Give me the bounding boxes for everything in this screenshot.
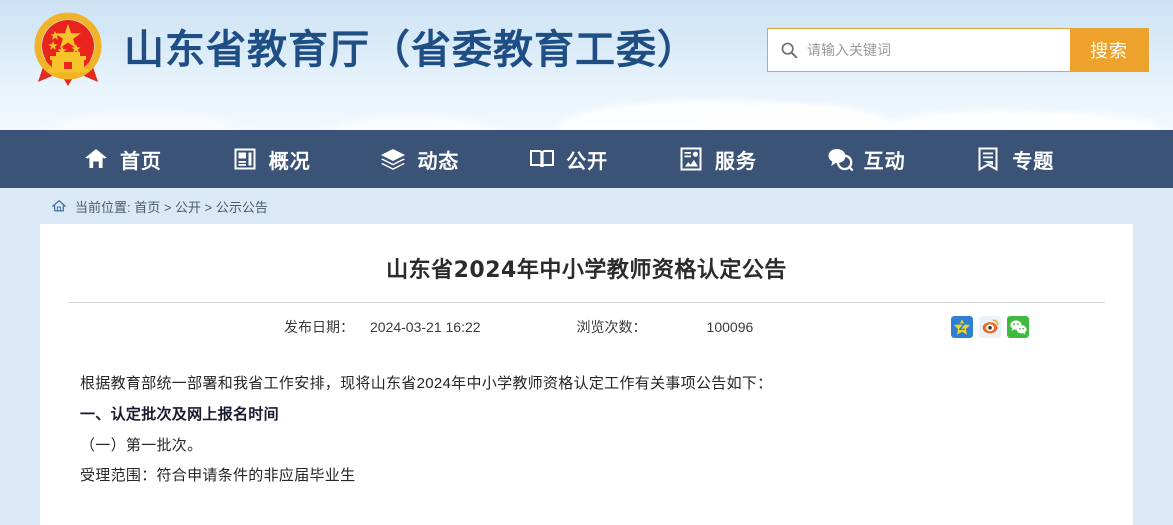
site-header: 山东省教育厅（省委教育工委） 搜索 [0, 0, 1173, 130]
search-button[interactable]: 搜索 [1070, 29, 1148, 71]
nav-item-service[interactable]: 服务 [677, 145, 826, 174]
publish-date-label: 发布日期： [284, 319, 354, 335]
nav-label: 公开 [566, 148, 609, 173]
nav-item-interaction[interactable]: 互动 [826, 145, 975, 174]
cloud-decoration [40, 112, 250, 130]
newspaper-icon [234, 148, 256, 170]
search-field[interactable] [768, 29, 1070, 71]
chat-bubbles-icon [828, 149, 853, 171]
publish-date: 发布日期： 2024-03-21 16:22 [284, 317, 481, 337]
nav-item-news[interactable]: 动态 [379, 145, 528, 174]
cloud-decoration [330, 116, 500, 130]
svg-text:Z: Z [959, 323, 966, 333]
nav-label: 专题 [1012, 148, 1055, 173]
page-title: 山东省2024年中小学教师资格认定公告 [386, 258, 787, 283]
nav-label: 首页 [120, 148, 162, 173]
nav-label: 动态 [417, 148, 460, 173]
home-icon [85, 149, 107, 168]
nav-item-overview[interactable]: 概况 [231, 145, 380, 174]
header-content: 山东省教育厅（省委教育工委） 搜索 [0, 0, 1173, 100]
bookmark-document-icon [978, 147, 998, 172]
layers-icon [381, 149, 406, 170]
view-count-label: 浏览次数： [576, 319, 647, 335]
content-area: 山东省2024年中小学教师资格认定公告 发布日期： 2024-03-21 16:… [0, 224, 1173, 525]
view-count: 浏览次数： 100096 [577, 317, 754, 337]
view-count-value: 100096 [706, 319, 754, 335]
search-input[interactable] [807, 42, 1060, 58]
home-outline-icon [52, 199, 66, 212]
paragraph: （一）第一批次。 [80, 436, 203, 454]
qzone-share-icon[interactable]: Z [951, 316, 973, 338]
article-body: 根据教育部统一部署和我省工作安排，现将山东省2024年中小学教师资格认定工作有关… [68, 351, 1105, 492]
article-panel: 山东省2024年中小学教师资格认定公告 发布日期： 2024-03-21 16:… [40, 224, 1133, 525]
publish-date-value: 2024-03-21 16:22 [370, 319, 481, 335]
nav-label: 服务 [714, 148, 757, 173]
nav-item-topics[interactable]: 专题 [974, 145, 1123, 174]
open-book-icon [530, 150, 555, 168]
search-box[interactable]: 搜索 [767, 28, 1149, 72]
main-navigation: 首页 概况 动态 公开 服务 互动 专题 [0, 130, 1173, 188]
weibo-share-icon[interactable] [979, 316, 1001, 338]
site-title: 山东省教育厅（省委教育工委） [124, 27, 698, 73]
service-document-icon [680, 147, 702, 171]
search-icon [781, 42, 798, 59]
nav-item-open[interactable]: 公开 [528, 145, 677, 174]
nav-item-home[interactable]: 首页 [82, 145, 231, 174]
wechat-share-icon[interactable] [1007, 316, 1029, 338]
share-buttons: Z [951, 316, 1029, 338]
paragraph: 受理范围：符合申请条件的非应届毕业生 [80, 467, 356, 485]
china-national-emblem-icon [26, 8, 110, 92]
article-meta: 发布日期： 2024-03-21 16:22 浏览次数： 100096 Z [68, 303, 1105, 351]
breadcrumb: 当前位置: 首页 > 公开 > 公示公告 [0, 188, 1173, 224]
paragraph: 根据教育部统一部署和我省工作安排，现将山东省2024年中小学教师资格认定工作有关… [80, 375, 773, 392]
section-heading: 一、认定批次及网上报名时间 [80, 405, 279, 423]
nav-label: 概况 [268, 148, 311, 173]
breadcrumb-text[interactable]: 当前位置: 首页 > 公开 > 公示公告 [75, 197, 268, 216]
nav-label: 互动 [863, 148, 906, 173]
